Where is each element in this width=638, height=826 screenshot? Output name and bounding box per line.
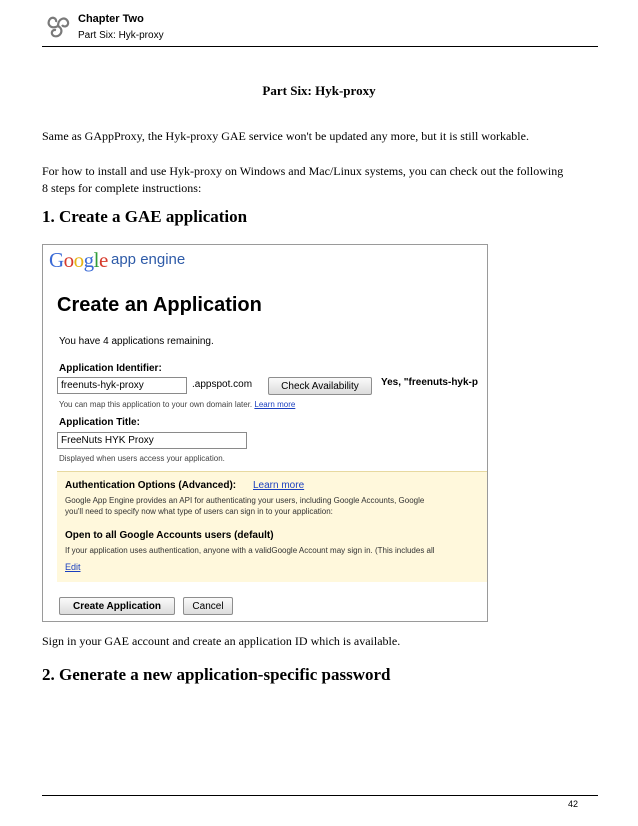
gae-screenshot: Google app engine Create an Application …: [42, 244, 488, 622]
create-app-title: Create an Application: [57, 294, 262, 316]
check-availability-button[interactable]: Check Availability: [268, 377, 372, 395]
part-label: Part Six: Hyk-proxy: [78, 30, 164, 41]
edit-link[interactable]: Edit: [65, 562, 81, 572]
footer-rule: [42, 795, 598, 796]
auth-options-panel: Authentication Options (Advanced): Learn…: [57, 471, 487, 582]
auth-options-title: Authentication Options (Advanced):: [65, 480, 237, 491]
app-title-label: Application Title:: [59, 417, 140, 428]
appspot-suffix: .appspot.com: [192, 379, 253, 390]
google-logo-letter: g: [83, 248, 95, 272]
auth-description-line-1: Google App Engine provides an API for au…: [65, 496, 425, 505]
open-to-all-title: Open to all Google Accounts users (defau…: [65, 530, 274, 541]
step2-heading: 2. Generate a new application-specific p…: [42, 665, 391, 684]
google-logo-letter: o: [63, 248, 75, 272]
howto-paragraph: For how to install and use Hyk-proxy on …: [42, 163, 598, 197]
google-logo-letter: G: [49, 248, 64, 272]
intro-paragraph: Same as GAppProxy, the Hyk-proxy GAE ser…: [42, 129, 529, 143]
auth-description-line-2: you'll need to specify now what type of …: [65, 507, 333, 516]
google-logo-letter: e: [99, 248, 108, 272]
caption-paragraph: Sign in your GAE account and create an a…: [42, 634, 401, 648]
map-domain-hint-text: You can map this application to your own…: [59, 400, 253, 409]
howto-line-2: 8 steps for complete instructions:: [42, 181, 202, 195]
apps-remaining-text: You have 4 applications remaining.: [59, 336, 214, 347]
page-number: 42: [567, 799, 578, 809]
howto-line-1: For how to install and use Hyk-proxy on …: [42, 164, 564, 178]
google-logo-letter: o: [73, 248, 85, 272]
map-domain-hint: You can map this application to your own…: [59, 400, 295, 409]
cancel-button[interactable]: Cancel: [183, 597, 233, 615]
create-application-button[interactable]: Create Application: [59, 597, 175, 615]
app-title-hint: Displayed when users access your applica…: [59, 454, 225, 463]
app-identifier-input[interactable]: freenuts-hyk-proxy: [57, 377, 187, 394]
triskele-logo-icon: [47, 16, 70, 38]
app-title-input[interactable]: FreeNuts HYK Proxy: [57, 432, 247, 449]
auth-learn-more-link[interactable]: Learn more: [253, 480, 304, 491]
app-engine-label: app engine: [111, 251, 186, 268]
open-to-all-description: If your application uses authentication,…: [65, 546, 435, 555]
availability-result: Yes, "freenuts-hyk-p: [381, 377, 478, 388]
learn-more-link[interactable]: Learn more: [254, 400, 295, 409]
step1-heading: 1. Create a GAE application: [42, 207, 248, 226]
app-identifier-label: Application Identifier:: [59, 363, 162, 374]
google-logo: Google: [49, 248, 108, 273]
page-title: Part Six: Hyk-proxy: [262, 83, 376, 98]
chapter-label: Chapter Two: [78, 13, 144, 25]
page-header: Chapter Two Part Six: Hyk-proxy: [42, 8, 598, 47]
